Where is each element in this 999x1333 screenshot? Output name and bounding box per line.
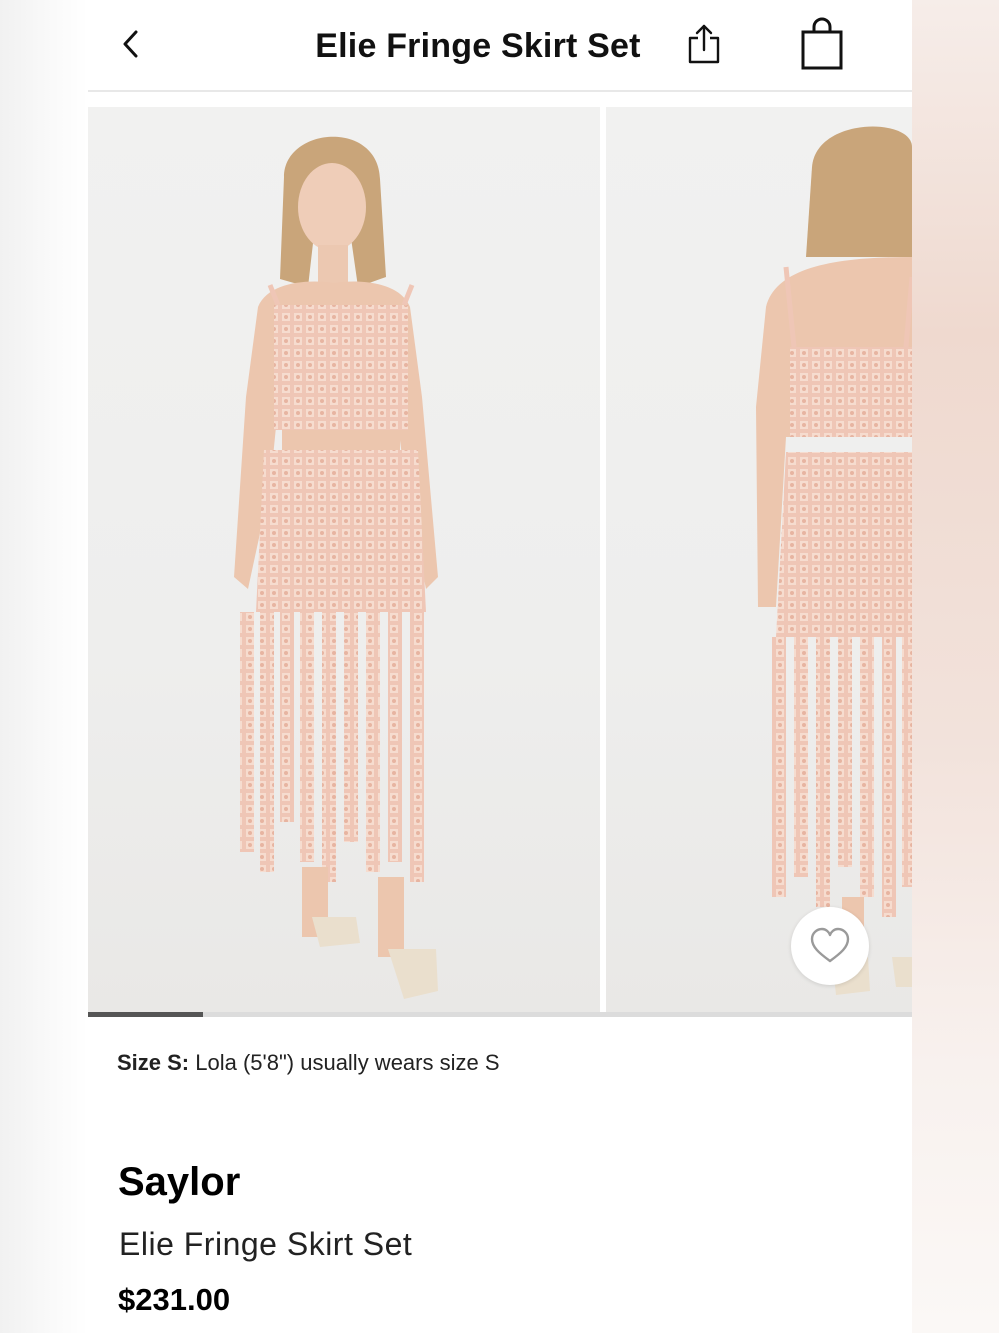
size-fit-label: Size S:: [117, 1050, 190, 1075]
gallery-progress-fill: [88, 1012, 204, 1017]
product-image-back[interactable]: [606, 107, 912, 1017]
shopping-bag-button[interactable]: [800, 16, 844, 72]
product-image-gallery[interactable]: [88, 107, 912, 1017]
product-price: $231.00: [118, 1282, 231, 1317]
top-navigation-bar: Elie Fringe Skirt Set: [88, 0, 912, 92]
size-fit-text: Lola (5'8") usually wears size S: [195, 1050, 500, 1075]
share-icon: [688, 24, 720, 64]
right-gutter: [912, 0, 999, 1333]
model-back-image: [756, 126, 912, 995]
back-chevron-icon: [123, 30, 138, 58]
favorite-button[interactable]: [791, 907, 869, 985]
product-name: Elie Fringe Skirt Set: [119, 1226, 413, 1262]
brand-name[interactable]: Saylor: [118, 1160, 240, 1205]
model-front-image: [234, 136, 438, 999]
shopping-bag-icon: [801, 17, 843, 70]
size-fit-note: Size S: Lola (5'8") usually wears size S: [117, 1050, 500, 1076]
gallery-progress-bar: [88, 1012, 912, 1017]
heart-icon: [810, 927, 850, 963]
page-title: Elie Fringe Skirt Set: [315, 27, 641, 65]
product-image-front[interactable]: [88, 107, 600, 1017]
back-button[interactable]: [116, 26, 146, 62]
product-page: Elie Fringe Skirt Set Size S: Lola (5'8"…: [88, 0, 912, 1333]
share-button[interactable]: [686, 20, 722, 68]
left-gutter: [0, 0, 88, 1333]
